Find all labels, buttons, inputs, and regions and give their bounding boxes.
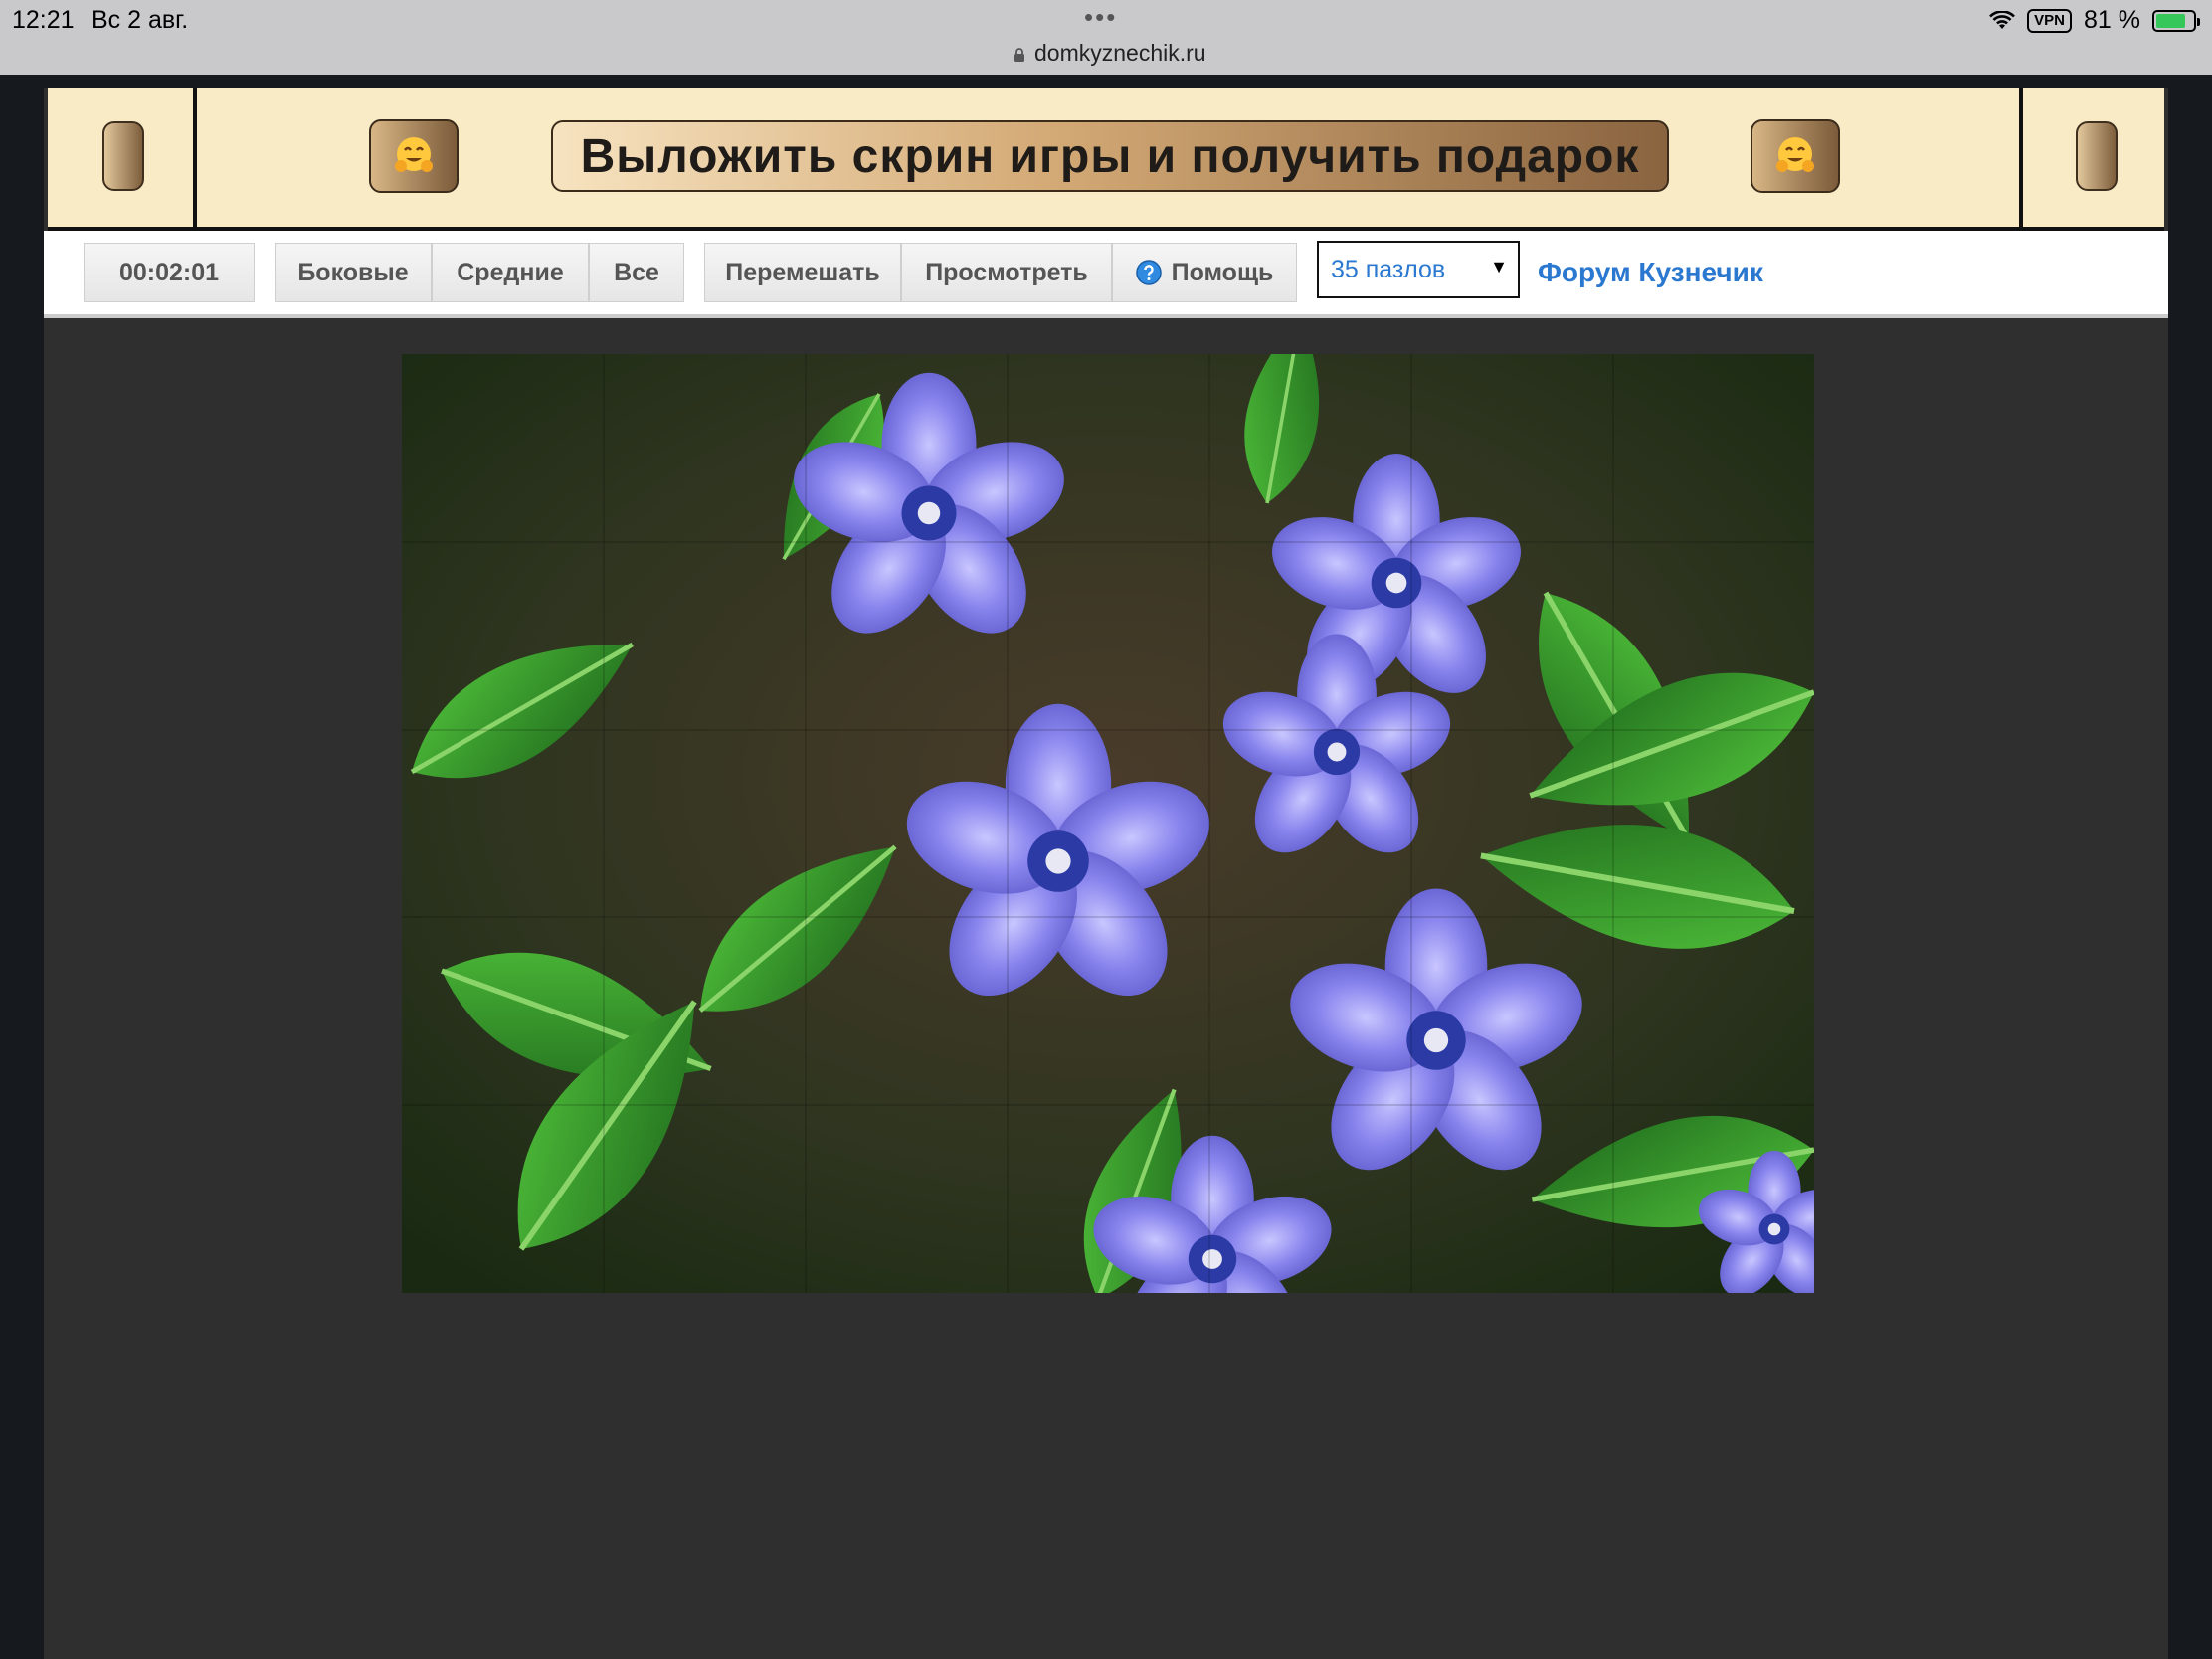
- left-handle-decoration: [102, 121, 144, 191]
- help-label: Помощь: [1171, 258, 1274, 286]
- promo-banner: Выложить скрин игры и получить подарок: [48, 88, 2164, 231]
- battery-icon: [2152, 9, 2200, 32]
- clock: 12:21: [12, 6, 75, 34]
- help-icon: [1135, 260, 1162, 285]
- status-bar: 12:21 Вс 2 авг. ••• domkyznechik.ru VPN …: [0, 0, 2212, 75]
- puzzle-toolbar: 00:02:01 Боковые Средние Все Перемешать …: [44, 231, 2168, 318]
- hugging-face-left-button[interactable]: [369, 119, 459, 193]
- multitasking-dots-icon[interactable]: •••: [1084, 2, 1117, 33]
- hugging-face-right-button[interactable]: [1751, 119, 1840, 193]
- hugging-face-icon: [1776, 137, 1814, 172]
- puzzle-board[interactable]: [402, 354, 1814, 1293]
- gift-promo-button[interactable]: Выложить скрин игры и получить подарок: [551, 120, 1669, 192]
- piece-count-select[interactable]: 35 пазлов ▼: [1317, 241, 1520, 298]
- date: Вс 2 авг.: [92, 6, 189, 34]
- right-handle-decoration: [2076, 121, 2118, 191]
- help-button[interactable]: Помощь: [1112, 243, 1297, 302]
- shuffle-button[interactable]: Перемешать: [704, 243, 901, 302]
- lock-icon: [1014, 48, 1024, 62]
- middle-pieces-button[interactable]: Средние: [432, 243, 589, 302]
- banner-divider: [193, 88, 197, 227]
- piece-count-value: 35 пазлов: [1331, 255, 1446, 283]
- timer-display: 00:02:01: [84, 243, 255, 302]
- battery-percent: 81 %: [2084, 6, 2140, 34]
- side-pieces-button[interactable]: Боковые: [275, 243, 432, 302]
- page: Выложить скрин игры и получить подарок 0…: [44, 88, 2168, 1659]
- hugging-face-icon: [395, 137, 433, 172]
- url-text: domkyznechik.ru: [1034, 40, 1206, 66]
- all-pieces-button[interactable]: Все: [589, 243, 684, 302]
- wifi-icon: [1989, 10, 2016, 29]
- dropdown-arrow-icon: ▼: [1490, 257, 1508, 276]
- periwinkle-flowers-image: [402, 354, 1814, 1293]
- banner-divider: [2019, 88, 2023, 227]
- preview-button[interactable]: Просмотреть: [901, 243, 1112, 302]
- vpn-badge: VPN: [2027, 8, 2073, 33]
- address-bar[interactable]: domkyznechik.ru: [1013, 40, 1206, 67]
- forum-link[interactable]: Форум Кузнечик: [1538, 257, 1763, 288]
